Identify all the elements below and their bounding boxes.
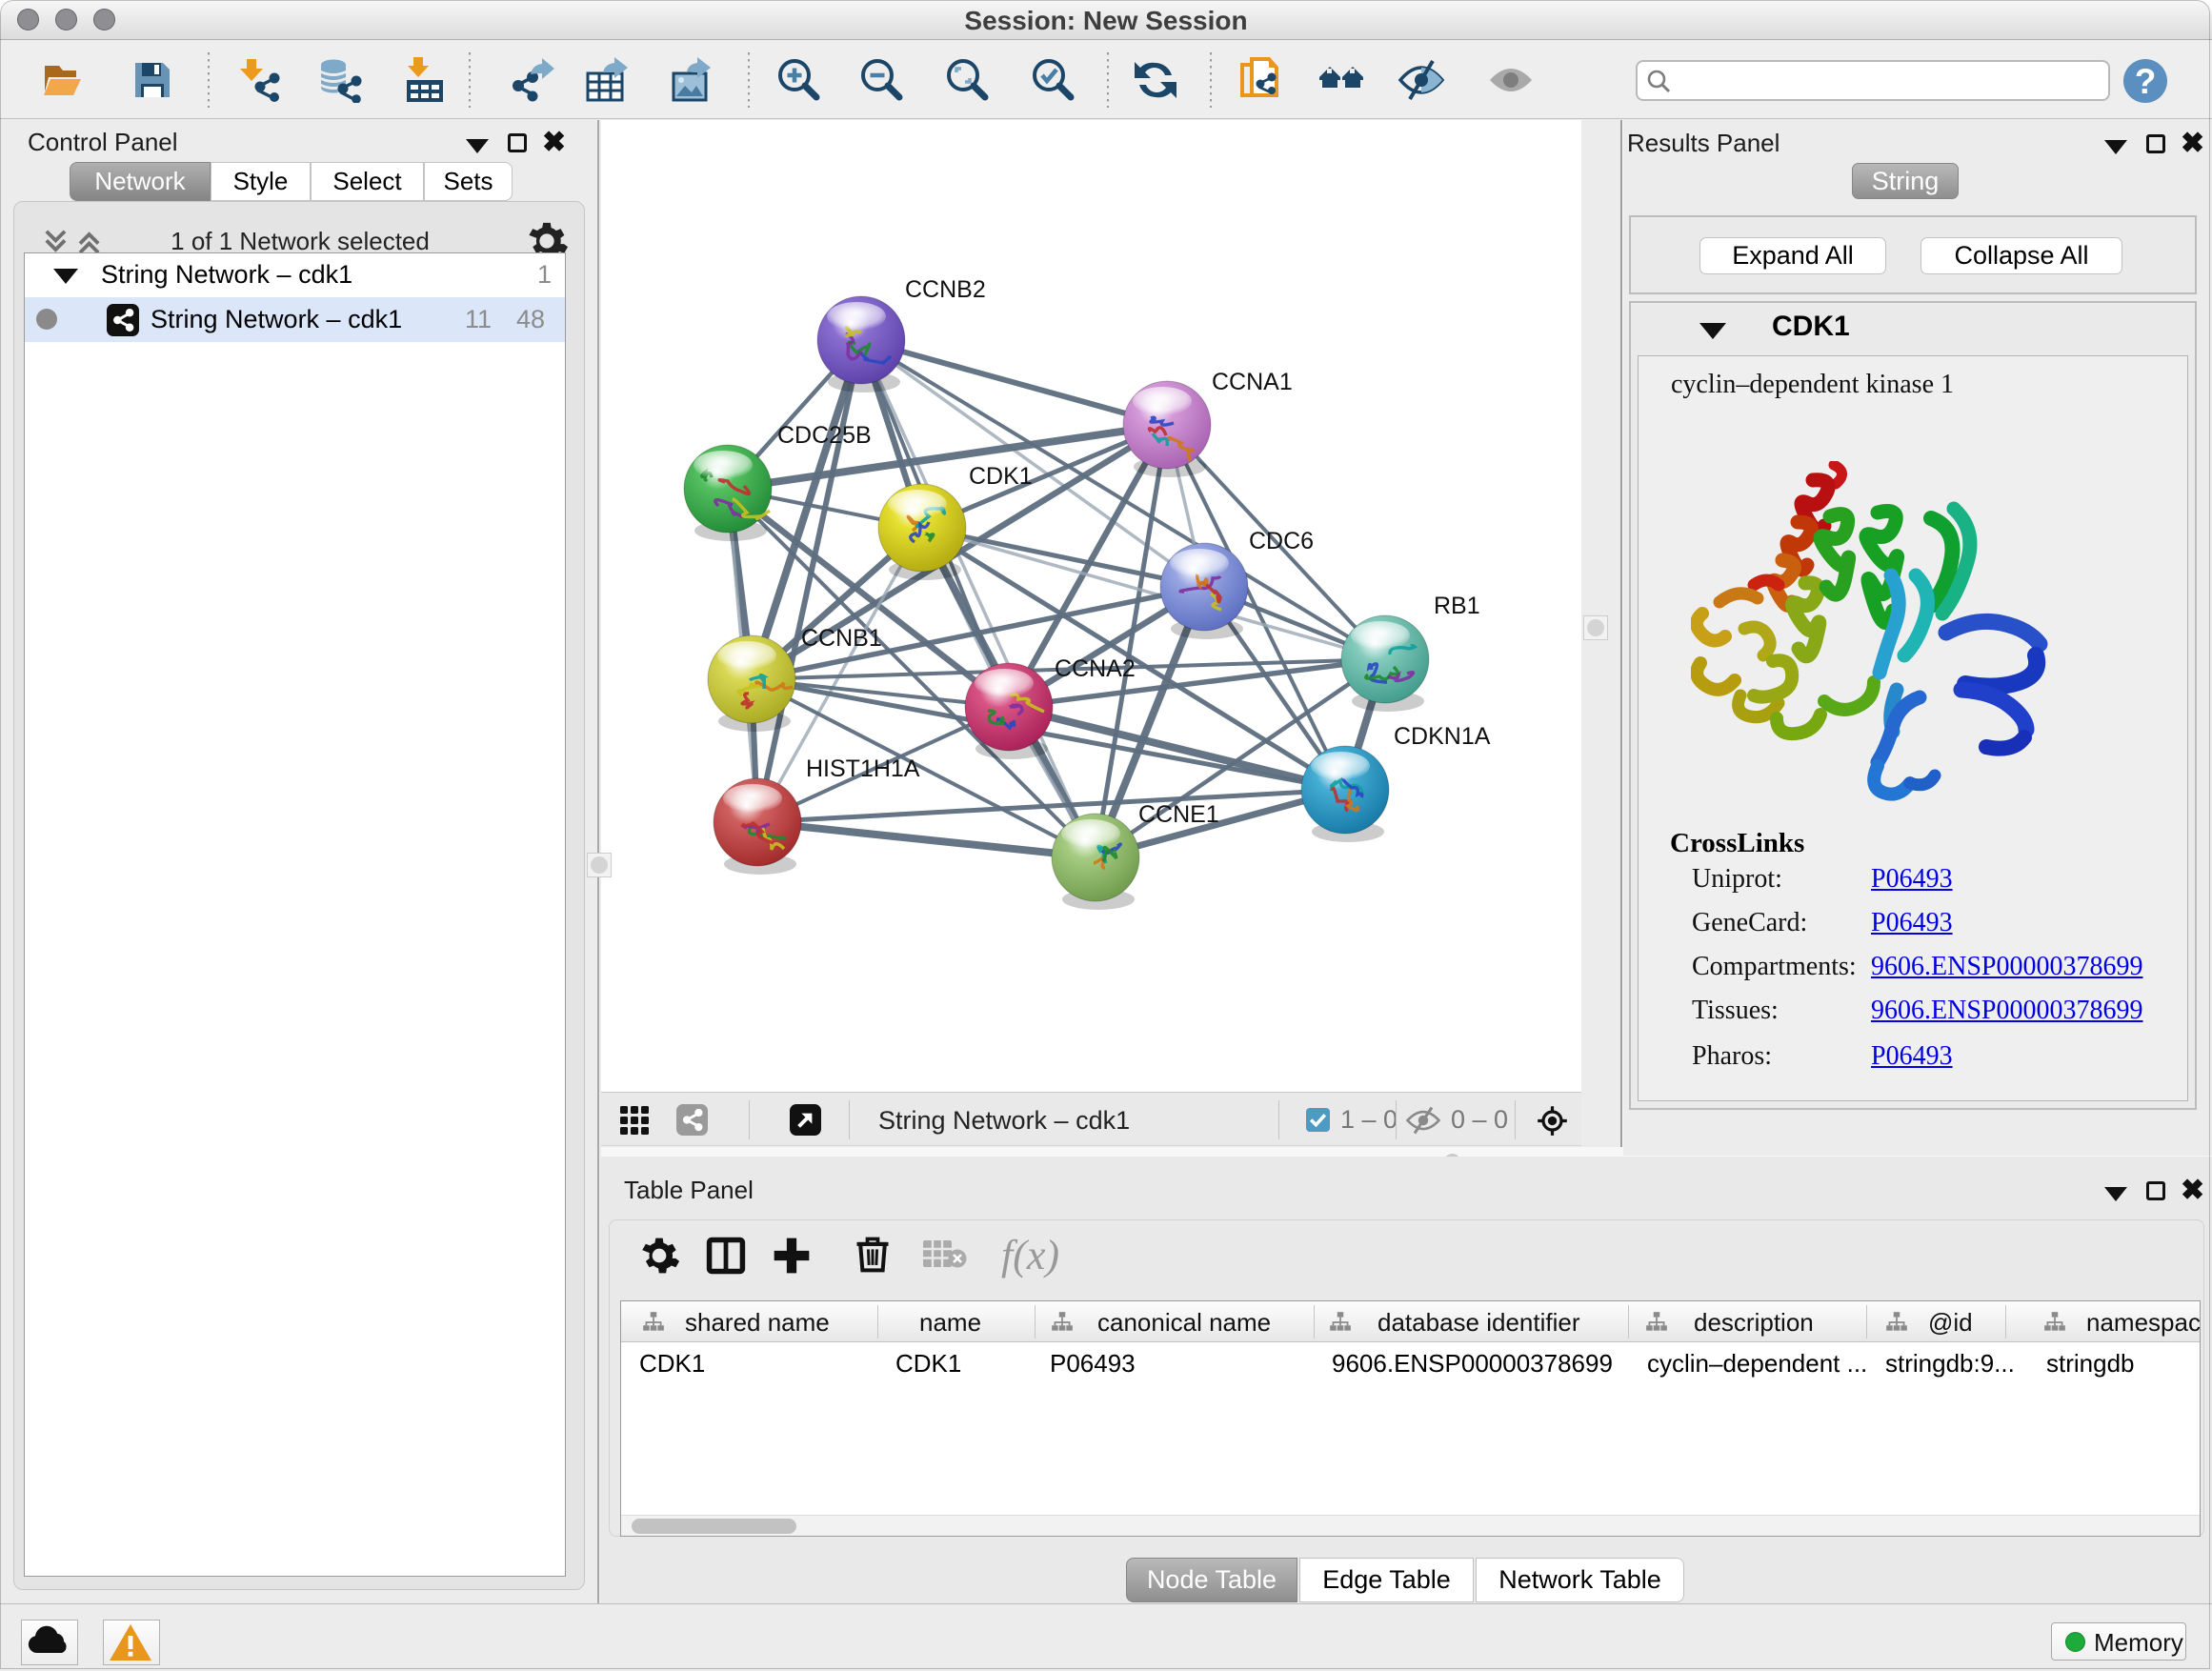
svg-text:CDC6: CDC6 xyxy=(1249,528,1314,554)
svg-text:HIST1H1A: HIST1H1A xyxy=(806,755,920,782)
svg-text:CCNE1: CCNE1 xyxy=(1138,801,1219,828)
svg-text:CCNB1: CCNB1 xyxy=(801,625,882,652)
svg-text:RB1: RB1 xyxy=(1434,593,1480,619)
svg-text:?: ? xyxy=(2135,62,2157,101)
svg-text:CCNA2: CCNA2 xyxy=(1055,655,1136,682)
svg-text:CDKN1A: CDKN1A xyxy=(1394,723,1491,750)
svg-text:CDC25B: CDC25B xyxy=(777,422,872,449)
svg-text:CCNA1: CCNA1 xyxy=(1212,369,1293,395)
svg-text:CDK1: CDK1 xyxy=(969,463,1033,490)
svg-text:CCNB2: CCNB2 xyxy=(905,276,986,303)
